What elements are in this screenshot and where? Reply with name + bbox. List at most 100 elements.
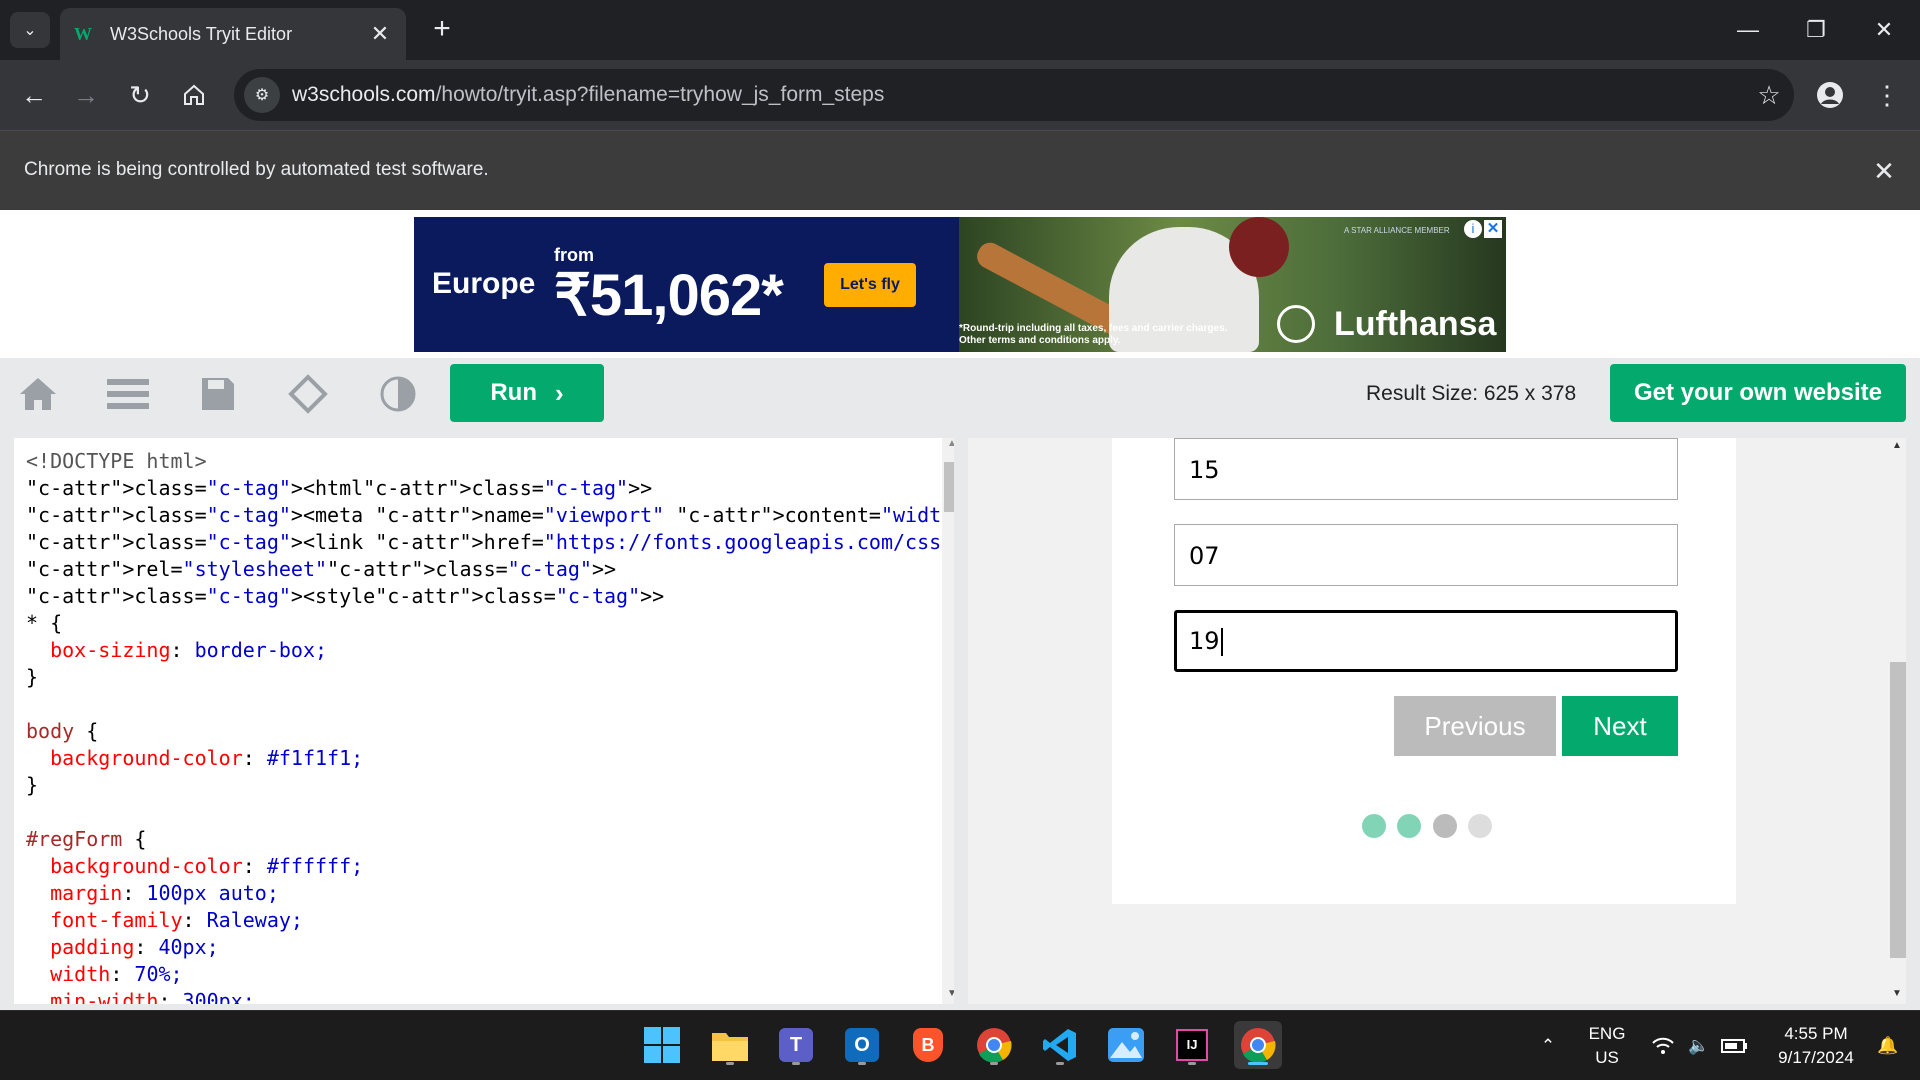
step-dot [1467, 814, 1492, 838]
start-button[interactable] [638, 1021, 686, 1069]
address-bar[interactable]: ⚙ w3schools.com/howto/tryit.asp?filename… [234, 69, 1794, 121]
result-scroll-thumb[interactable] [1890, 662, 1906, 958]
code-editor[interactable]: <!DOCTYPE html> "c-attr">class="c-tag"><h… [14, 438, 954, 1004]
forward-button[interactable]: → [64, 73, 108, 117]
home-icon[interactable] [16, 372, 60, 416]
ad-banner[interactable]: Europe from ₹51,062* Let's fly A STAR AL… [414, 217, 1506, 352]
code-line: background-color: #ffffff; [50, 854, 364, 878]
day-input[interactable]: 15 [1174, 438, 1678, 500]
code-line: font-family: Raleway; [50, 908, 303, 932]
vscode-button[interactable] [1036, 1021, 1084, 1069]
ad-close-icon[interactable]: ✕ [1484, 220, 1502, 238]
tab-search-button[interactable]: ⌄ [10, 12, 50, 48]
ad-cta-button[interactable]: Let's fly [824, 263, 916, 307]
battery-icon[interactable] [1718, 1011, 1752, 1081]
chrome-button[interactable] [970, 1021, 1018, 1069]
clock-time: 4:55 PM [1784, 1024, 1848, 1043]
notification-bell-icon[interactable]: 🔔 [1868, 1011, 1908, 1081]
url-text[interactable]: w3schools.com/howto/tryit.asp?filename=t… [292, 83, 1744, 107]
code-line: * { [26, 611, 63, 635]
infobar-close-icon[interactable]: ✕ [1866, 153, 1902, 189]
clock-date: 9/17/2024 [1778, 1048, 1854, 1067]
ad-alliance-text: A STAR ALLIANCE MEMBER [1344, 226, 1450, 235]
site-info-icon[interactable]: ⚙ [244, 77, 280, 113]
photos-button[interactable] [1102, 1021, 1150, 1069]
code-line: width: 70%; [50, 962, 183, 986]
vscode-icon [1043, 1029, 1076, 1061]
code-line: body { [26, 719, 99, 743]
chrome-active-button[interactable] [1234, 1021, 1282, 1069]
code-line: "c-attr">rel="stylesheet""c-attr">class=… [26, 557, 617, 581]
arrow-left-icon: ← [21, 79, 47, 110]
chevron-right-icon: › [554, 377, 564, 408]
profile-icon [1817, 82, 1843, 108]
code-line: margin: 100px auto; [50, 881, 279, 905]
kebab-menu-icon[interactable]: ⋮ [1872, 75, 1902, 115]
code-line: "c-attr">class="c-tag"><html"c-attr">cla… [26, 476, 653, 500]
teams-button[interactable]: T [772, 1021, 820, 1069]
scroll-up-icon[interactable]: ▲ [1888, 440, 1906, 454]
menu-icon[interactable] [106, 372, 150, 416]
tray-overflow-icon[interactable]: ⌃ [1530, 1011, 1566, 1081]
ad-destination: Europe [432, 267, 536, 300]
code-line: "c-attr">class="c-tag"><link "c-attr">hr… [26, 530, 954, 554]
run-label: Run [490, 379, 537, 406]
step-indicators [1362, 814, 1492, 838]
month-input[interactable]: 07 [1174, 524, 1678, 586]
scroll-down-icon[interactable]: ▼ [1888, 988, 1906, 1002]
outlook-button[interactable]: O [838, 1021, 886, 1069]
infobar-message: Chrome is being controlled by automated … [24, 159, 489, 180]
ad-brand: Lufthansa [1334, 305, 1497, 343]
browser-toolbar: ← → ↻ ⚙ w3schools.com/howto/tryit.asp?fi… [0, 60, 1920, 130]
restore-button[interactable]: ❐ [1786, 6, 1846, 54]
code-scrollbar[interactable]: ▲ ▼ [942, 438, 954, 1004]
browser-tab[interactable]: W W3Schools Tryit Editor ✕ [60, 8, 406, 60]
home-button[interactable] [172, 73, 216, 117]
volume-icon[interactable]: 🔈 [1684, 1011, 1714, 1081]
minimize-button[interactable]: — [1718, 6, 1778, 54]
chevron-down-icon: ⌄ [23, 22, 37, 39]
tab-title: W3Schools Tryit Editor [110, 23, 293, 44]
back-button[interactable]: ← [12, 73, 56, 117]
code-scroll-thumb[interactable] [944, 462, 954, 512]
page-content: Europe from ₹51,062* Let's fly A STAR AL… [0, 210, 1920, 1010]
clock[interactable]: 4:55 PM 9/17/2024 [1764, 1011, 1868, 1081]
reload-button[interactable]: ↻ [118, 73, 162, 117]
step-dot [1362, 814, 1386, 838]
window-close-button[interactable]: ✕ [1854, 6, 1914, 54]
close-icon[interactable]: ✕ [368, 21, 392, 47]
windows-taskbar: T O B IJ ⌃ ENG US 🔈 4:55 PM 9/17/2024 🔔 [0, 1010, 1920, 1080]
rotate-layout-icon[interactable] [286, 372, 330, 416]
new-tab-button[interactable]: + [424, 12, 460, 48]
code-line: "c-attr">class="c-tag"><style"c-attr">cl… [26, 584, 665, 608]
language-indicator[interactable]: ENG US [1580, 1011, 1634, 1081]
bookmark-star-icon[interactable]: ☆ [1744, 80, 1794, 111]
scroll-up-icon[interactable]: ▲ [942, 438, 954, 454]
get-website-button[interactable]: Get your own website [1610, 364, 1906, 422]
code-line: #regForm { [26, 827, 147, 851]
result-scrollbar[interactable]: ▲ ▼ [1888, 438, 1906, 1004]
code-line: } [26, 773, 39, 797]
chrome-icon [977, 1028, 1012, 1063]
w3schools-favicon-icon: W [74, 24, 92, 44]
theme-toggle-icon[interactable] [376, 372, 420, 416]
wifi-icon[interactable] [1648, 1011, 1678, 1081]
windows-logo-icon [644, 1027, 680, 1063]
home-icon [184, 84, 204, 105]
previous-button[interactable]: Previous [1394, 696, 1556, 756]
run-button[interactable]: Run › [450, 364, 604, 422]
photos-icon [1108, 1028, 1144, 1062]
code-text[interactable]: <!DOCTYPE html> "c-attr">class="c-tag"><h… [26, 448, 954, 1004]
year-input[interactable]: 19 [1174, 610, 1678, 672]
ad-fine-print: *Round-trip including all taxes, fees an… [959, 323, 1228, 346]
scroll-down-icon[interactable]: ▼ [942, 988, 954, 1004]
save-icon[interactable] [196, 372, 240, 416]
brave-button[interactable]: B [904, 1021, 952, 1069]
file-explorer-button[interactable] [706, 1021, 754, 1069]
profile-button[interactable] [1812, 77, 1848, 113]
intellij-button[interactable]: IJ [1168, 1021, 1216, 1069]
next-button[interactable]: Next [1562, 696, 1678, 756]
ad-info-icon[interactable]: i [1464, 220, 1482, 238]
reg-form: 15 07 19 Previous Next [1112, 438, 1736, 904]
